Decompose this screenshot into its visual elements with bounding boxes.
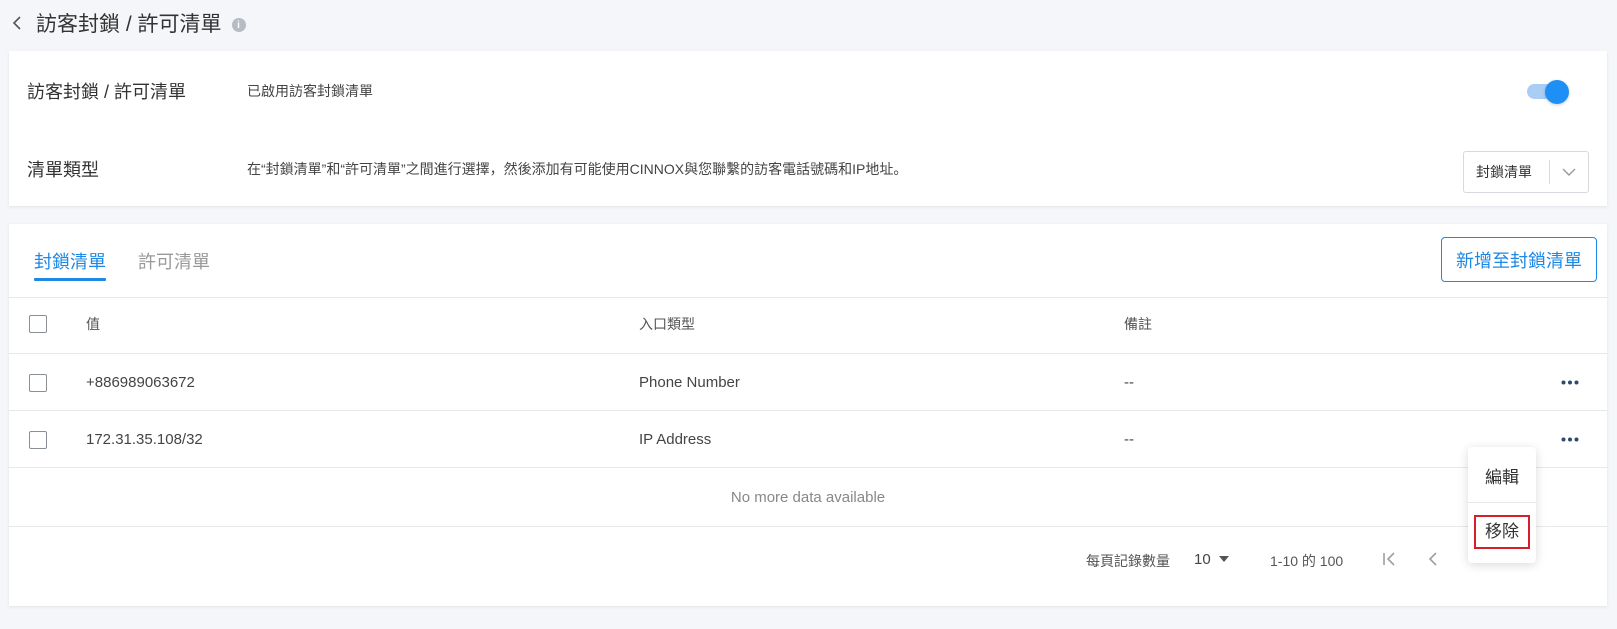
column-header-value[interactable]: 值 (86, 314, 100, 334)
enable-list-toggle[interactable] (1527, 80, 1569, 104)
chevron-left-icon[interactable] (8, 14, 26, 32)
page-range-text: 1-10 的 100 (1270, 553, 1344, 569)
list-type-row: 清單類型 在“封鎖清單”和“許可清單”之間進行選擇，然後添加有可能使用CINNO… (9, 139, 1607, 199)
table-header: 值 入口類型 備註 (9, 294, 1607, 354)
select-value: 封鎖清單 (1476, 164, 1532, 180)
setting-description: 在“封鎖清單”和“許可清單”之間進行選擇，然後添加有可能使用CINNOX與您聯繫… (247, 161, 908, 177)
column-header-type[interactable]: 入口類型 (639, 314, 695, 334)
cell-value: 172.31.35.108/32 (86, 431, 203, 448)
menu-item-remove-label: 移除 (1474, 515, 1530, 549)
rows-per-page-select[interactable]: 10 (1194, 547, 1229, 571)
column-header-note[interactable]: 備註 (1124, 314, 1152, 334)
tab-allowlist[interactable]: 許可清單 (138, 241, 210, 281)
cell-type: IP Address (639, 431, 712, 448)
cell-note: -- (1124, 431, 1134, 448)
page-title: 訪客封鎖 / 許可清單 (36, 13, 222, 36)
no-more-data-text: No more data available (9, 469, 1607, 527)
tabs-bar: 封鎖清單 許可清單 新增至封鎖清單 (9, 224, 1607, 298)
row-checkbox-cell (29, 430, 47, 449)
menu-item-remove[interactable]: 移除 (1468, 507, 1536, 557)
select-all-cell (29, 314, 47, 333)
settings-card: 訪客封鎖 / 許可清單 已啟用訪客封鎖清單 清單類型 在“封鎖清單”和“許可清單… (9, 51, 1607, 206)
page-header: 訪客封鎖 / 許可清單 i (8, 8, 246, 38)
setting-label: 訪客封鎖 / 許可清單 (27, 82, 187, 102)
rows-per-page-label: 每頁記錄數量 (1086, 553, 1170, 569)
setting-label: 清單類型 (27, 160, 99, 180)
more-actions-icon[interactable] (1558, 430, 1582, 450)
row-checkbox-cell (29, 373, 47, 392)
select-all-checkbox[interactable] (29, 314, 47, 333)
row-checkbox[interactable] (29, 430, 47, 449)
row-checkbox[interactable] (29, 373, 47, 392)
row-actions-menu: 編輯 移除 (1468, 447, 1536, 563)
pagination-bar: 每頁記錄數量 10 1-10 的 100 (9, 527, 1607, 597)
list-type-select[interactable]: 封鎖清單 (1463, 151, 1589, 193)
menu-item-edit[interactable]: 編輯 (1468, 449, 1536, 503)
caret-down-icon (1218, 556, 1229, 562)
setting-description: 已啟用訪客封鎖清單 (247, 83, 373, 99)
more-actions-icon[interactable] (1558, 373, 1582, 393)
tab-blocklist[interactable]: 封鎖清單 (34, 241, 106, 281)
info-icon[interactable]: i (231, 18, 246, 32)
rows-per-page-value: 10 (1194, 550, 1211, 568)
chevron-down-icon[interactable] (1550, 168, 1588, 176)
table-row: +886989063672 Phone Number -- (9, 355, 1607, 411)
list-card: 封鎖清單 許可清單 新增至封鎖清單 值 入口類型 備註 +88698906367… (9, 224, 1607, 606)
toggle-knob (1545, 80, 1569, 104)
add-to-blocklist-button[interactable]: 新增至封鎖清單 (1441, 237, 1597, 282)
previous-page-icon[interactable] (1421, 547, 1445, 571)
table-row: 172.31.35.108/32 IP Address -- (9, 412, 1607, 468)
cell-value: +886989063672 (86, 374, 195, 391)
cell-type: Phone Number (639, 374, 740, 391)
first-page-icon[interactable] (1377, 547, 1401, 571)
cell-note: -- (1124, 374, 1134, 391)
enable-list-row: 訪客封鎖 / 許可清單 已啟用訪客封鎖清單 (9, 61, 1607, 121)
